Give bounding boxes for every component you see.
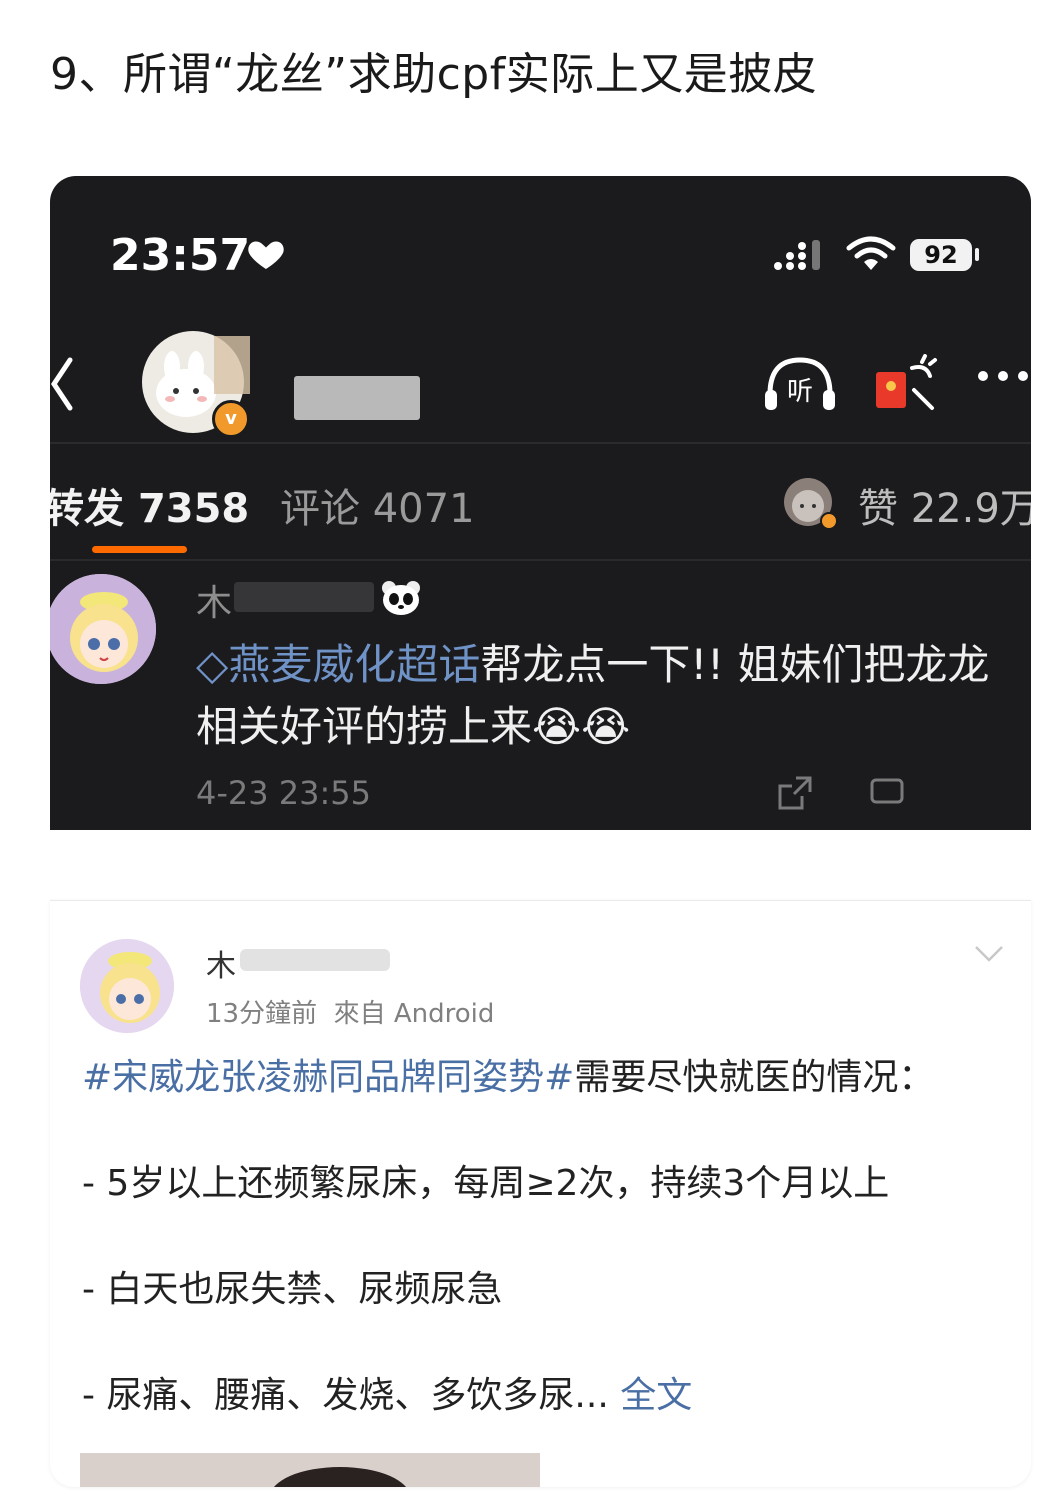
reply-icon[interactable]	[868, 774, 906, 812]
signal-icon	[774, 240, 820, 270]
comment-date: 4-23 23:55	[196, 774, 372, 812]
active-tab-indicator	[92, 546, 187, 553]
status-time: 23:57	[110, 230, 251, 281]
panda-badge-icon	[382, 581, 420, 615]
commenter-name[interactable]: 木	[196, 574, 232, 626]
comment-text: ◇燕麦威化超话帮龙点一下!! 姐妹们把龙龙相关好评的捞上来😭😭	[196, 634, 1026, 758]
post-meta: 13分鐘前 來自 Android	[206, 993, 494, 1030]
blurred-commenter-name	[234, 582, 374, 612]
weibo-post-card: 木 13分鐘前 來自 Android #宋威龙张凌赫同品牌同姿势#需要尽快就医的…	[50, 900, 1031, 1487]
post-time: 13分鐘前	[206, 999, 318, 1029]
tab-like-label: 赞	[858, 486, 898, 532]
liker-badge-icon	[820, 512, 838, 530]
header-divider	[50, 442, 1031, 444]
battery-nub	[975, 248, 979, 261]
comment-topic-link[interactable]: 燕麦威化超话	[228, 640, 480, 689]
post-image-thumbnail[interactable]	[80, 1453, 540, 1487]
post-first-line: #宋威龙张凌赫同品牌同姿势#需要尽快就医的情况：	[82, 1051, 1002, 1105]
tab-comment-count: 4071	[372, 486, 475, 532]
chevron-down-icon[interactable]	[974, 945, 1004, 963]
blurred-username	[294, 376, 420, 420]
blurred-image-strip	[214, 336, 250, 394]
tab-like-count: 22.9万	[910, 486, 1031, 532]
listen-headphone-icon[interactable]: 听	[762, 354, 838, 414]
heart-icon	[248, 241, 284, 269]
tab-comment-label: 评论	[280, 486, 360, 532]
full-text-link[interactable]: 全文	[620, 1375, 692, 1416]
post-source: 來自 Android	[333, 999, 495, 1029]
battery-indicator: 92	[910, 239, 972, 271]
post-line-2: - 白天也尿失禁、尿频尿急	[82, 1269, 503, 1310]
tab-repost-label: 转发	[50, 486, 124, 532]
post-topic-link[interactable]: #宋威龙张凌赫同品牌同姿势#	[82, 1057, 574, 1098]
post-body: #宋威龙张凌赫同品牌同姿势#需要尽快就医的情况： - 5岁以上还频繁尿床，每周≥…	[82, 1051, 1002, 1475]
wifi-icon	[846, 236, 896, 270]
tab-repost[interactable]: 转发 7358	[50, 476, 249, 534]
tab-repost-count: 7358	[137, 486, 250, 532]
crying-emoji-icon: 😭😭	[532, 702, 631, 751]
tab-comment[interactable]: 评论 4071	[280, 476, 475, 534]
post-author-name[interactable]: 木	[206, 941, 236, 985]
post-line-1: - 5岁以上还频繁尿床，每周≥2次，持续3个月以上	[82, 1163, 890, 1204]
blurred-author-name	[240, 949, 390, 971]
tabs-divider	[50, 559, 1031, 561]
topic-diamond-icon: ◇	[196, 640, 229, 689]
post-intro: 需要尽快就医的情况：	[574, 1057, 935, 1098]
red-packet-icon[interactable]	[872, 354, 938, 414]
post-line-3: - 尿痛、腰痛、发烧、多饮多尿... 全文	[82, 1369, 1002, 1423]
share-icon[interactable]	[776, 774, 814, 812]
more-options-icon[interactable]	[976, 369, 1031, 383]
tab-likes[interactable]: 赞 22.9万	[858, 476, 1031, 534]
weibo-dark-screenshot: 23:57 92 v 听 转发 7358 评论 4071 赞 22.9万 木 ◇…	[50, 176, 1031, 830]
commenter-avatar[interactable]	[50, 574, 156, 684]
verified-badge-icon: v	[212, 400, 250, 438]
post-line-3-text: - 尿痛、腰痛、发烧、多饮多尿...	[82, 1375, 609, 1416]
post-author-avatar[interactable]	[80, 939, 174, 1033]
back-arrow-icon[interactable]	[50, 354, 76, 414]
page-heading: 9、所谓“龙丝”求助cpf实际上又是披皮	[50, 49, 818, 100]
listen-label: 听	[787, 377, 813, 407]
